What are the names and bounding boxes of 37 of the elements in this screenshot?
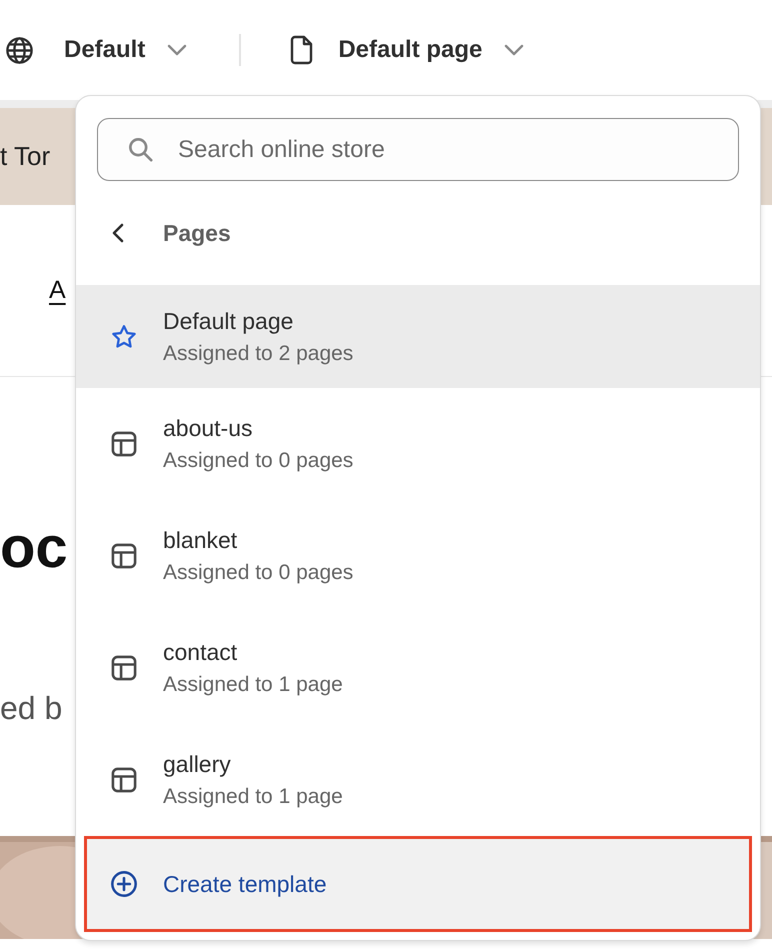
template-item[interactable]: contact Assigned to 1 page: [76, 612, 760, 724]
plus-circle-icon: [110, 870, 138, 898]
template-item[interactable]: blanket Assigned to 0 pages: [76, 500, 760, 612]
globe-icon: [5, 36, 34, 64]
page-heading: oc: [0, 519, 68, 577]
template-name: contact: [163, 639, 238, 666]
chevron-down-icon: [504, 44, 524, 56]
search-icon: [127, 136, 154, 163]
assignment-count: Assigned to 0 pages: [163, 449, 354, 473]
template-item[interactable]: gallery Assigned to 1 page: [76, 724, 760, 836]
file-icon: [289, 35, 314, 65]
layout-icon: [110, 654, 138, 682]
layout-icon: [110, 430, 138, 458]
template-name: about-us: [163, 415, 254, 442]
layout-icon: [110, 766, 138, 794]
chevron-down-icon: [167, 44, 188, 56]
template-name: gallery: [163, 751, 232, 778]
search-field[interactable]: Search online store: [97, 118, 739, 181]
create-template-button[interactable]: Create template: [84, 836, 752, 932]
template-item[interactable]: about-us Assigned to 0 pages: [76, 388, 760, 500]
banner-text: t Tor: [0, 141, 50, 172]
back-button[interactable]: [111, 222, 125, 244]
assignment-count: Assigned to 1 page: [163, 673, 343, 697]
section-title: Pages: [163, 220, 231, 246]
assignment-count: Assigned to 0 pages: [163, 561, 354, 585]
assignment-count: Assigned to 2 pages: [163, 342, 354, 366]
layout-icon: [110, 542, 138, 570]
assignment-count: Assigned to 1 page: [163, 785, 343, 809]
template-item[interactable]: Default page Assigned to 2 pages: [76, 285, 760, 388]
template-name: blanket: [163, 527, 238, 554]
template-selector[interactable]: Default page: [289, 35, 524, 65]
nav-link[interactable]: A: [49, 276, 66, 305]
star-icon: [110, 322, 138, 350]
template-name: Default page: [163, 308, 294, 334]
chevron-left-icon: [111, 222, 125, 244]
page-subheading: ed b: [0, 690, 62, 727]
theme-selector[interactable]: Default: [5, 36, 188, 64]
